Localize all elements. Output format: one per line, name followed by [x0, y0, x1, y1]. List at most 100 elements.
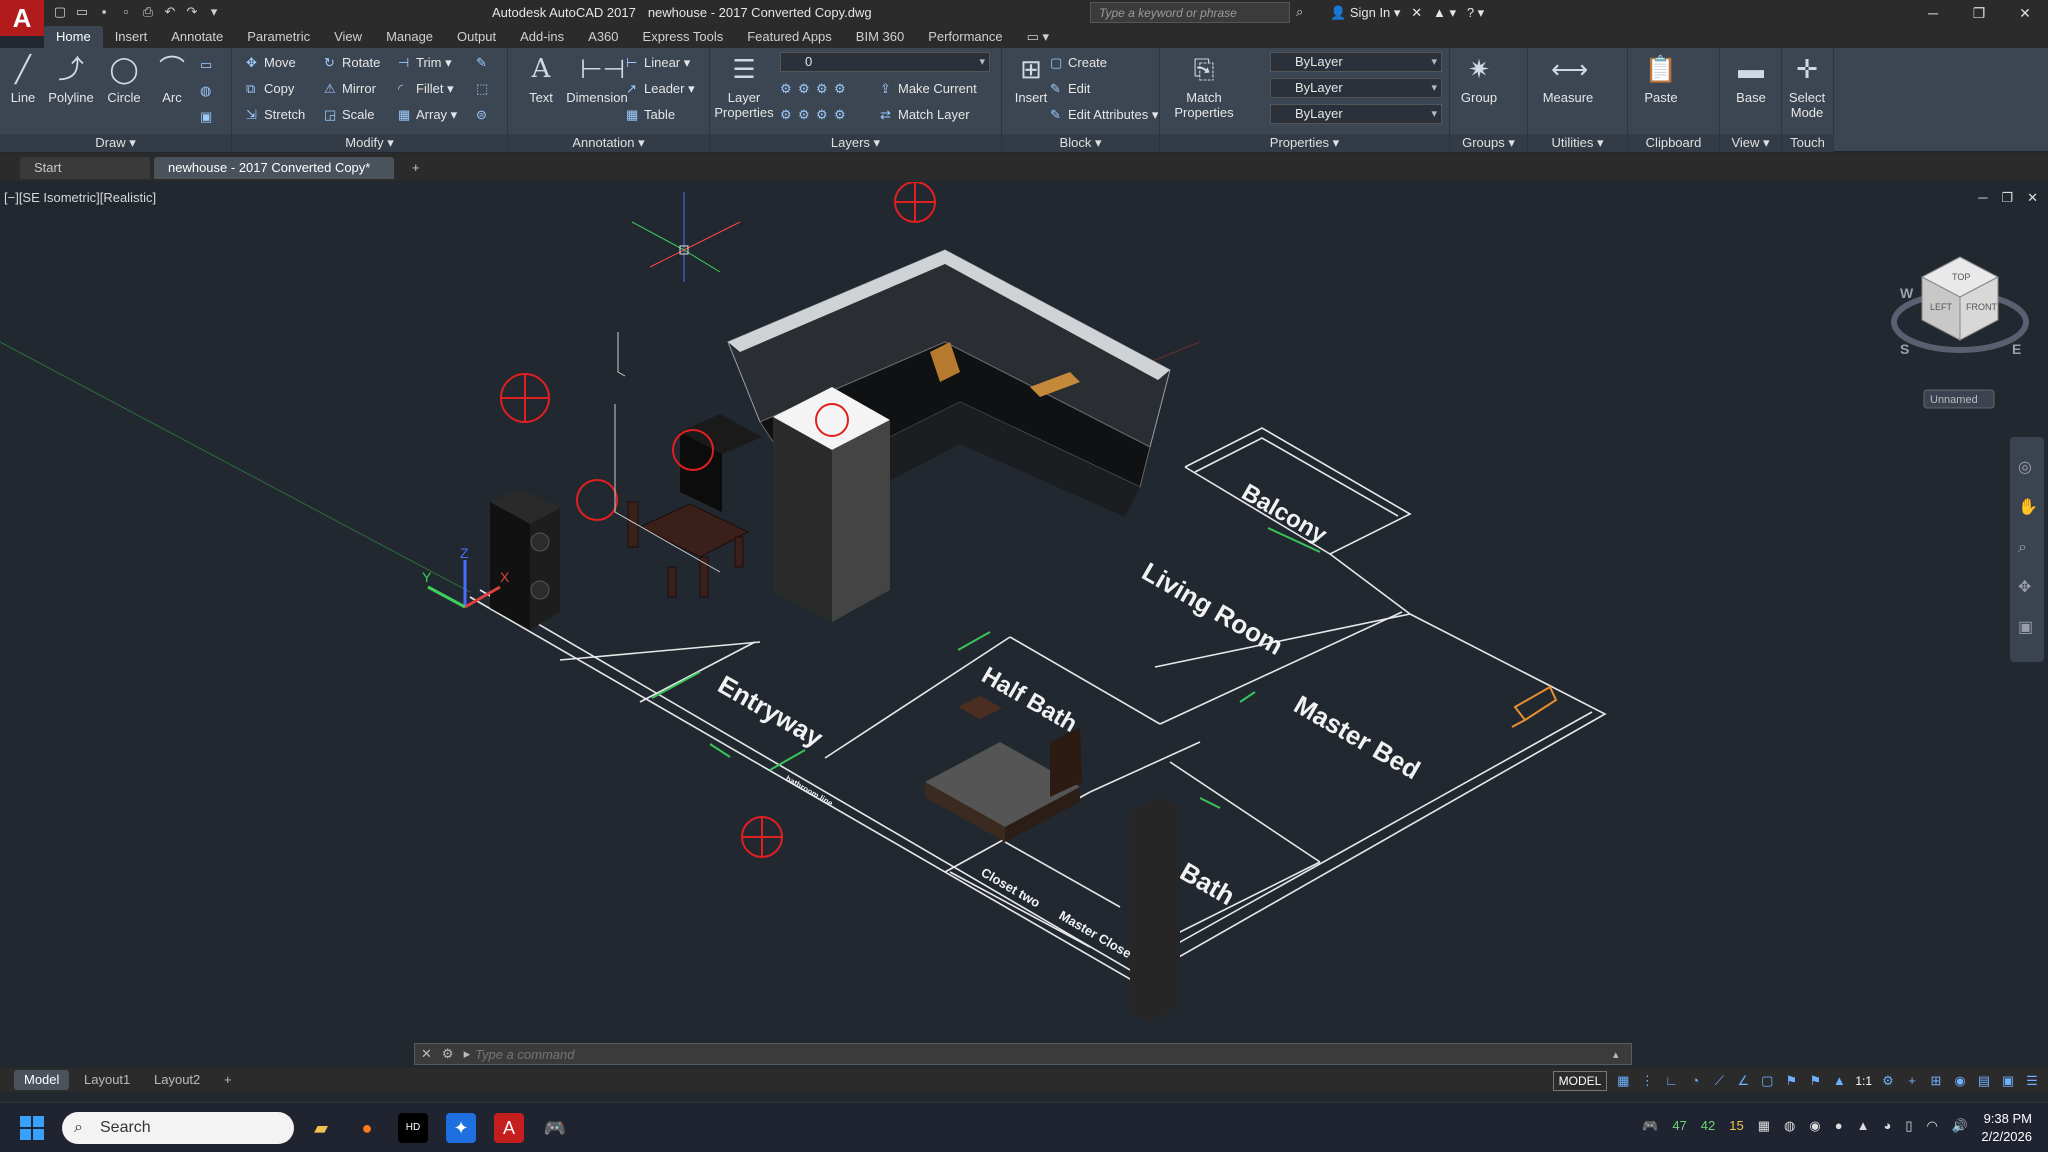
hdr-app-icon[interactable]: HD: [398, 1113, 428, 1143]
customize-command-icon[interactable]: ⚙: [442, 1046, 454, 1062]
undo-icon[interactable]: ↶: [162, 4, 178, 20]
minimize-icon[interactable]: ─: [1910, 0, 1956, 26]
model-space-toggle[interactable]: MODEL: [1552, 1071, 1608, 1091]
layers-panel-label[interactable]: Layers ▾: [710, 134, 1001, 152]
layout1-tab[interactable]: Layout1: [74, 1070, 140, 1090]
binoculars-icon[interactable]: ⌕: [1296, 4, 1303, 20]
copy-button[interactable]: ⧉ Copy: [246, 78, 294, 100]
save-icon[interactable]: ▪: [96, 4, 112, 20]
block-panel-label[interactable]: Block ▾: [1002, 134, 1159, 152]
rotate-button[interactable]: ↻ Rotate: [324, 52, 380, 74]
measure-button[interactable]: ⟷ Measure: [1536, 52, 1600, 105]
annotation-visibility-icon[interactable]: ⚑: [1783, 1073, 1799, 1089]
clean-screen-icon[interactable]: ▣: [2000, 1073, 2016, 1089]
erase-icon[interactable]: ✎: [476, 52, 494, 74]
start-tab[interactable]: Start: [20, 157, 150, 179]
leader-button[interactable]: ↗ Leader ▾: [626, 78, 695, 100]
hardware-acceleration-icon[interactable]: ▤: [1976, 1073, 1992, 1089]
create-block-button[interactable]: ▢ Create: [1050, 52, 1107, 74]
layer-tools-icons[interactable]: ⚙ ⚙ ⚙ ⚙: [780, 78, 852, 100]
add-layout-button[interactable]: +: [214, 1070, 242, 1090]
viewcube[interactable]: TOP LEFT FRONT S E W: [1891, 256, 2029, 357]
firefox-icon[interactable]: ●: [352, 1113, 382, 1143]
tab-bim-360[interactable]: BIM 360: [844, 26, 916, 48]
tab-parametric[interactable]: Parametric: [235, 26, 322, 48]
close-icon[interactable]: ✕: [2002, 0, 2048, 26]
restore-icon[interactable]: ❐: [1956, 0, 2002, 26]
view-panel-label[interactable]: View ▾: [1720, 134, 1781, 152]
annotation-scale-icon[interactable]: ▲: [1831, 1073, 1847, 1089]
match-layer-button[interactable]: ⇄ Match Layer: [880, 104, 970, 126]
layer-properties-button[interactable]: ☰ Layer Properties: [712, 52, 776, 120]
make-current-button[interactable]: ⇪ Make Current: [880, 78, 977, 100]
properties-panel-label[interactable]: Properties ▾: [1160, 134, 1449, 152]
tab-home[interactable]: Home: [44, 26, 103, 48]
utilities-panel-label[interactable]: Utilities ▾: [1528, 134, 1627, 152]
tray-controller-icon[interactable]: 🎮: [1642, 1118, 1658, 1134]
color-dropdown[interactable]: ByLayer: [1270, 52, 1442, 72]
taskbar-search[interactable]: ⌕ Search: [62, 1112, 294, 1144]
viewcube-left[interactable]: LEFT: [1930, 302, 1953, 312]
viewcube-top[interactable]: TOP: [1952, 272, 1970, 282]
units-icon[interactable]: ⊞: [1928, 1073, 1944, 1089]
tray-network-icon[interactable]: ◍: [1784, 1118, 1795, 1134]
open-file-icon[interactable]: ▭: [74, 4, 90, 20]
arc-button[interactable]: ⌒ Arc: [143, 52, 201, 105]
tray-nvidia-icon[interactable]: ▲: [1857, 1118, 1870, 1134]
file-explorer-icon[interactable]: ▰: [306, 1113, 336, 1143]
tab-annotate[interactable]: Annotate: [159, 26, 235, 48]
command-input[interactable]: [475, 1046, 1613, 1062]
draw-panel-label[interactable]: Draw ▾: [0, 134, 231, 152]
drawing-viewport[interactable]: [−][SE Isometric][Realistic] ─ ❐ ✕ Balco…: [0, 182, 2048, 1040]
array-button[interactable]: ▦ Array ▾: [398, 104, 457, 126]
tab-manage[interactable]: Manage: [374, 26, 445, 48]
mirror-button[interactable]: ⚠ Mirror: [324, 78, 376, 100]
stretch-button[interactable]: ⇲ Stretch: [246, 104, 305, 126]
layout2-tab[interactable]: Layout2: [144, 1070, 210, 1090]
save-as-icon[interactable]: ▫: [118, 4, 134, 20]
isodraft-icon[interactable]: ⟋: [1711, 1073, 1727, 1089]
snap-icon[interactable]: ⋮: [1639, 1073, 1655, 1089]
rectangle-icon[interactable]: ▭: [200, 54, 218, 76]
tray-steam-icon[interactable]: ●: [1835, 1118, 1843, 1134]
autocad-logo-button[interactable]: A: [0, 0, 44, 36]
isolate-objects-icon[interactable]: ◉: [1952, 1073, 1968, 1089]
tab-insert[interactable]: Insert: [103, 26, 160, 48]
polar-icon[interactable]: ◔: [1687, 1073, 1703, 1089]
recent-commands-icon[interactable]: ▸: [464, 1046, 471, 1062]
grid-icon[interactable]: ▦: [1615, 1073, 1631, 1089]
tab-add-ins[interactable]: Add-ins: [508, 26, 576, 48]
ortho-icon[interactable]: ∟: [1663, 1073, 1679, 1089]
region-icon[interactable]: ▣: [200, 106, 218, 128]
linear-button[interactable]: ⊢ Linear ▾: [626, 52, 690, 74]
touch-panel-label[interactable]: Touch: [1782, 134, 1833, 152]
offset-icon[interactable]: ⊜: [476, 104, 494, 126]
annotation-scale-value[interactable]: 1:1: [1855, 1074, 1872, 1088]
compass-east[interactable]: E: [2012, 341, 2021, 357]
workspace-gear-icon[interactable]: ⚙: [1880, 1073, 1896, 1089]
new-tab-button[interactable]: +: [398, 157, 434, 179]
tab-view[interactable]: View: [322, 26, 374, 48]
windows-start-button[interactable]: [20, 1116, 44, 1140]
sign-in-button[interactable]: 👤 Sign In ▾ ✕ ▲ ▾ ? ▾: [1330, 5, 1484, 21]
print-icon[interactable]: ⎙: [140, 4, 156, 20]
game-controller-icon[interactable]: 🎮: [540, 1113, 570, 1143]
tab-output[interactable]: Output: [445, 26, 508, 48]
command-history-icon[interactable]: ▴: [1613, 1048, 1631, 1061]
wifi-icon[interactable]: ◠: [1926, 1118, 1937, 1134]
group-button[interactable]: ✷ Group: [1450, 52, 1508, 105]
tray-shield-icon[interactable]: ◉: [1809, 1118, 1820, 1134]
fillet-button[interactable]: ◜ Fillet ▾: [398, 78, 454, 100]
ribbon-toggle-icon[interactable]: ▭ ▾: [1015, 26, 1061, 48]
close-command-icon[interactable]: ✕: [421, 1046, 432, 1062]
compass-south[interactable]: S: [1900, 341, 1909, 357]
tray-battery-icon[interactable]: ▯: [1905, 1118, 1912, 1134]
hatch-icon[interactable]: ◍: [200, 80, 218, 102]
blue-app-icon[interactable]: ✦: [446, 1113, 476, 1143]
customization-menu-icon[interactable]: ☰: [2024, 1073, 2040, 1089]
compass-west[interactable]: W: [1900, 285, 1914, 301]
new-file-icon[interactable]: ▢: [52, 4, 68, 20]
tab-a360[interactable]: A360: [576, 26, 630, 48]
linetype-dropdown[interactable]: ByLayer: [1270, 78, 1442, 98]
tab-performance[interactable]: Performance: [916, 26, 1014, 48]
